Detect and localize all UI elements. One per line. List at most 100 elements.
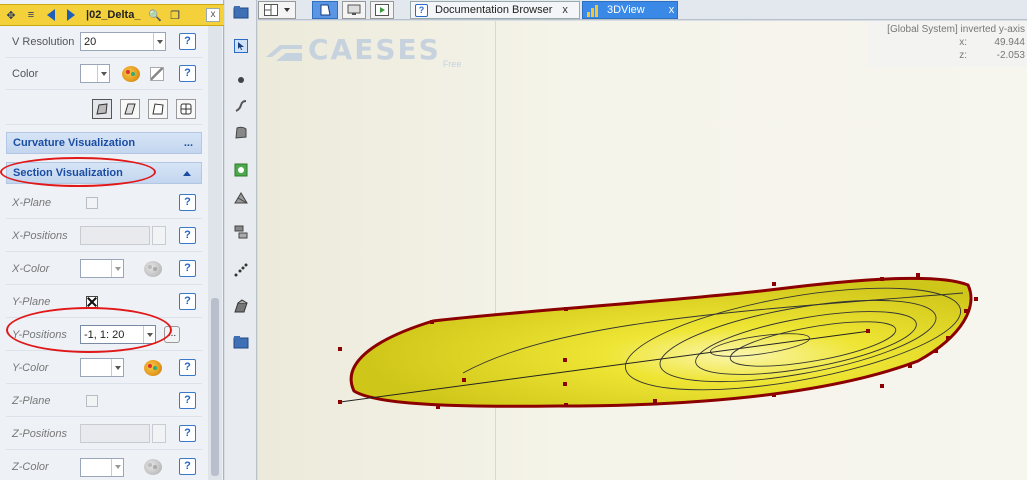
z-color-label: Z-Color [12,461,49,473]
help-icon[interactable]: ? [179,65,196,82]
z-color-row: Z-Color ? [6,451,202,480]
shape-tool-icon[interactable] [233,162,249,178]
3d-viewport[interactable]: CAESES Free [Global System] inverted y-a… [258,21,1027,480]
x-color-select[interactable] [80,259,124,278]
close-icon[interactable]: x [562,4,568,16]
x-plane-row: X-Plane ? [6,187,202,219]
help-icon[interactable]: ? [179,425,196,442]
mesh-tool-icon[interactable] [233,190,249,206]
pin-icon[interactable]: ✥ [2,6,20,24]
view-tabbar: ? Documentation Browser x 3DView x [258,0,1027,20]
chevron-down-icon[interactable] [284,8,290,12]
grid-mode-icon[interactable] [176,98,196,119]
scrollbar-thumb[interactable] [211,298,219,476]
surface-mode-icon[interactable] [120,98,140,119]
z-positions-row: Z-Positions ? [6,418,202,450]
optimization-tool-icon[interactable] [233,298,249,314]
z-color-select[interactable] [80,457,124,477]
annotation-ellipse [6,307,172,353]
y-color-label: Y-Color [12,361,49,374]
help-icon[interactable]: ? [179,33,196,50]
folder-icon[interactable] [233,334,249,350]
x-positions-row: X-Positions ? [6,220,202,252]
view-mode-icon[interactable] [312,1,338,19]
palette-icon[interactable] [122,65,140,82]
folder-icon[interactable] [233,4,249,20]
run-icon[interactable] [370,1,394,19]
panel-titlebar: ✥ ≡ |02_Delta_ 🔍 ❐ x [0,4,224,26]
v-resolution-value: 20 [84,35,97,48]
tab-documentation-browser[interactable]: ? Documentation Browser x [410,1,580,19]
help-icon[interactable]: ? [179,392,196,409]
app-window: ✥ ≡ |02_Delta_ 🔍 ❐ x V Resolution 20 ? C… [0,0,1027,480]
z-positions-button[interactable] [152,424,166,443]
close-icon[interactable]: x [669,4,675,16]
curvature-visualization-header[interactable]: Curvature Visualization ... [6,132,202,154]
color-select[interactable] [80,64,110,83]
point-tool-icon[interactable] [233,72,249,88]
panel-scrollbar[interactable] [208,26,222,480]
v-resolution-row: V Resolution 20 ? [6,26,202,58]
more-icon[interactable]: ... [184,137,193,149]
help-icon[interactable]: ? [179,194,196,211]
copy-icon[interactable]: ❐ [166,6,184,24]
color-row: Color ? [6,58,202,90]
tab-3dview[interactable]: 3DView x [582,1,678,19]
palette-icon[interactable] [144,359,162,376]
z-plane-label: Z-Plane [12,394,51,407]
help-icon[interactable]: ? [179,293,196,310]
feature-tool-icon[interactable] [233,224,249,240]
menu-icon[interactable]: ≡ [22,6,40,24]
z-positions-label: Z-Positions [12,427,68,440]
tab-label: 3DView [607,4,645,16]
z-positions-input[interactable] [80,424,150,443]
chevron-down-icon[interactable] [111,359,123,376]
chevron-down-icon[interactable] [153,33,165,50]
edit-icon[interactable] [150,66,164,81]
points-line-icon[interactable] [233,262,249,278]
x-positions-button[interactable] [152,226,166,245]
tab-label: Documentation Browser [435,4,553,16]
tool-strip [225,0,257,480]
x-positions-label: X-Positions [12,229,68,242]
search-icon[interactable]: 🔍 [146,6,164,24]
z-plane-row: Z-Plane ? [6,385,202,417]
y-color-row: Y-Color ? [6,352,202,384]
chart-icon [587,4,601,17]
help-icon[interactable]: ? [179,260,196,277]
help-icon[interactable]: ? [179,359,196,376]
forward-icon[interactable] [62,6,80,24]
v-resolution-select[interactable]: 20 [80,32,166,51]
y-plane-checkbox[interactable] [86,295,98,308]
monitor-icon[interactable] [342,1,366,19]
collapse-icon[interactable] [183,170,191,176]
chevron-down-icon[interactable] [111,260,123,277]
shaded-mode-icon[interactable] [92,98,112,119]
x-color-label: X-Color [12,262,50,275]
layout-dropdown[interactable] [258,1,296,19]
object-title: |02_Delta_ [86,9,141,21]
display-mode-row [6,93,202,125]
chevron-down-icon[interactable] [97,65,109,82]
hull-surface-render [338,273,978,409]
palette-icon[interactable] [144,459,162,475]
x-positions-input[interactable] [80,226,150,245]
palette-icon[interactable] [144,260,162,277]
y-plane-label: Y-Plane [12,295,51,308]
annotation-ellipse [0,157,156,187]
close-icon[interactable]: x [206,8,220,22]
outline-mode-icon[interactable] [148,98,168,119]
x-plane-label: X-Plane [12,196,52,209]
x-color-row: X-Color ? [6,253,202,285]
surface-tool-icon[interactable] [233,124,249,140]
curve-tool-icon[interactable] [233,98,249,114]
back-icon[interactable] [42,6,60,24]
help-icon[interactable]: ? [179,458,196,475]
y-color-select[interactable] [80,358,124,377]
chevron-down-icon[interactable] [111,458,123,476]
help-icon[interactable]: ? [179,227,196,244]
property-panel: ✥ ≡ |02_Delta_ 🔍 ❐ x V Resolution 20 ? C… [0,0,224,480]
z-plane-checkbox[interactable] [86,394,98,407]
x-plane-checkbox[interactable] [86,196,98,209]
select-tool-icon[interactable] [233,38,249,54]
